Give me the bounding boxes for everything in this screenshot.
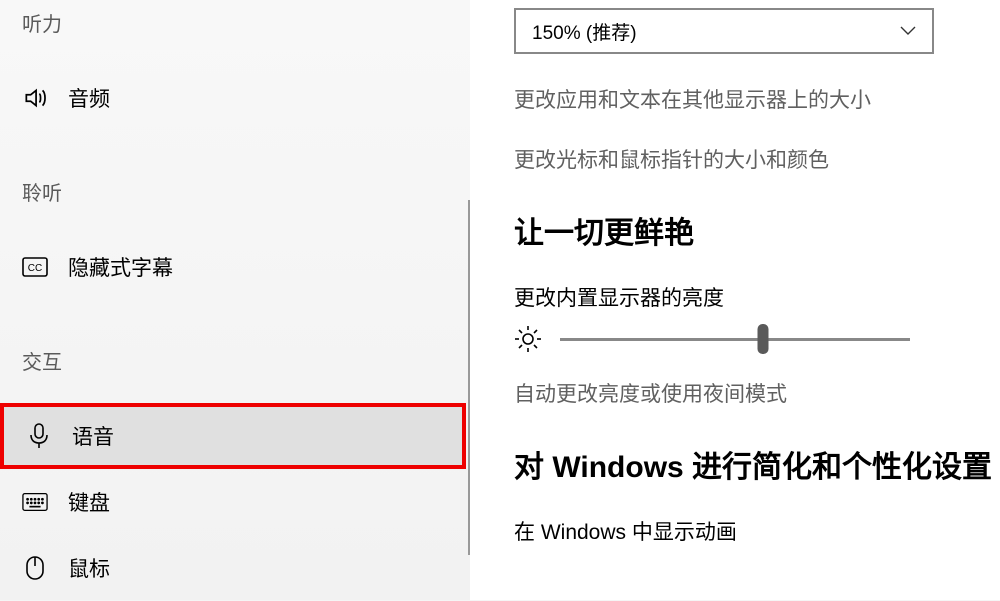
section-title-personalize: 对 Windows 进行简化和个性化设置: [514, 442, 1000, 486]
brightness-slider-row: [514, 324, 1000, 354]
link-other-displays[interactable]: 更改应用和文本在其他显示器上的大小: [514, 84, 1000, 114]
link-cursor-size[interactable]: 更改光标和鼠标指针的大小和颜色: [514, 144, 1000, 174]
brightness-label: 更改内置显示器的亮度: [514, 282, 1000, 312]
brightness-icon: [514, 325, 542, 353]
sidebar-header-interaction: 交互: [22, 346, 470, 375]
speaker-icon: [22, 85, 48, 111]
microphone-icon: [26, 423, 52, 449]
section-title-vivid: 让一切更鲜艳: [514, 208, 1000, 252]
sidebar-item-label: 键盘: [68, 487, 110, 517]
sidebar-item-captions[interactable]: CC 隐藏式字幕: [0, 234, 466, 300]
sidebar-item-mouse[interactable]: 鼠标: [0, 535, 466, 601]
keyboard-icon: [22, 489, 48, 515]
show-animations-label: 在 Windows 中显示动画: [514, 516, 1000, 546]
scrollbar[interactable]: [468, 200, 470, 555]
sidebar-header-captions: 聆听: [22, 177, 470, 206]
sidebar-item-label: 隐藏式字幕: [68, 252, 173, 282]
sidebar-header-hearing: 听力: [22, 8, 470, 37]
sidebar-item-label: 音频: [68, 83, 110, 113]
svg-text:CC: CC: [28, 263, 42, 274]
sidebar-item-speech[interactable]: 语音: [0, 403, 466, 469]
sidebar: 听力 音频 聆听 CC 隐藏式字幕 交互: [0, 0, 470, 600]
closed-caption-icon: CC: [22, 254, 48, 280]
sidebar-item-label: 鼠标: [68, 553, 110, 583]
scale-dropdown[interactable]: 150% (推荐): [514, 8, 934, 54]
brightness-slider[interactable]: [560, 324, 910, 354]
sidebar-item-audio[interactable]: 音频: [0, 65, 466, 131]
link-auto-brightness[interactable]: 自动更改亮度或使用夜间模式: [514, 378, 1000, 408]
dropdown-value: 150% (推荐): [532, 18, 637, 45]
chevron-down-icon: [900, 26, 916, 36]
slider-thumb[interactable]: [758, 324, 769, 354]
sidebar-item-keyboard[interactable]: 键盘: [0, 469, 466, 535]
slider-track: [560, 338, 910, 341]
main-content: 150% (推荐) 更改应用和文本在其他显示器上的大小 更改光标和鼠标指针的大小…: [470, 0, 1000, 600]
mouse-icon: [22, 555, 48, 581]
sidebar-item-label: 语音: [72, 421, 114, 451]
